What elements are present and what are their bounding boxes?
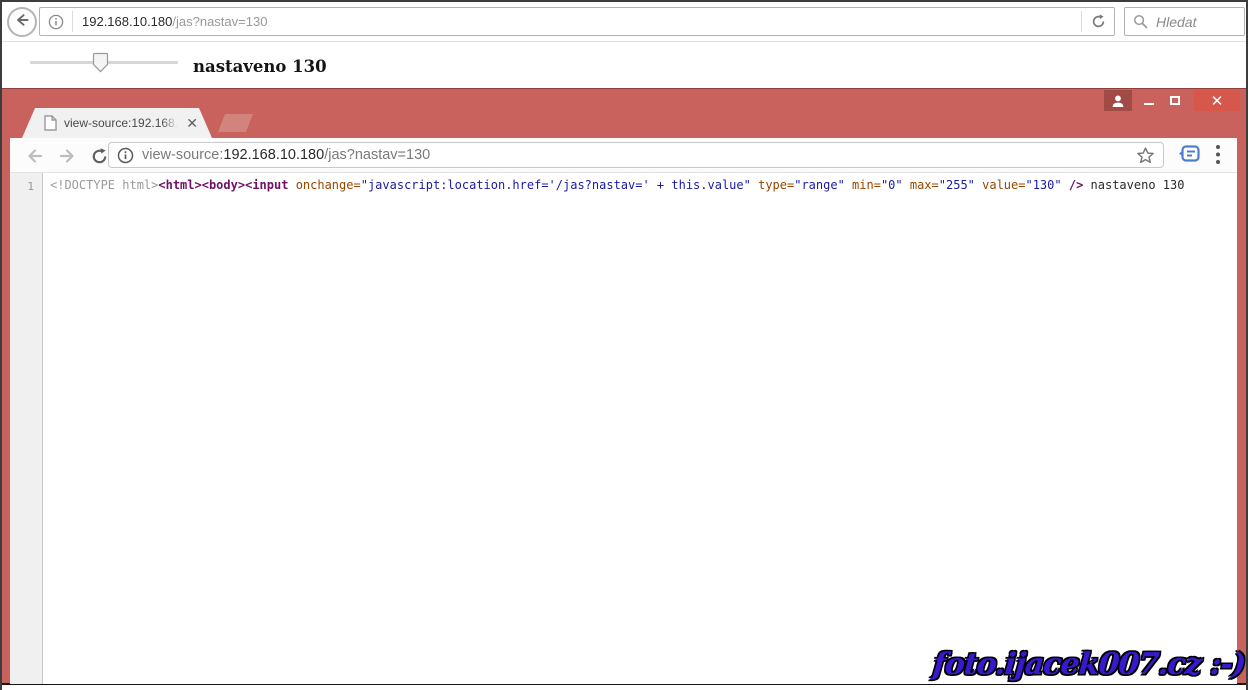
tab-title: view-source:192.168.10.1 xyxy=(64,116,178,130)
chrome-omnibox[interactable]: view-source:192.168.10.180/jas?nastav=13… xyxy=(108,142,1164,168)
firefox-address-bar[interactable]: 192.168.10.180/jas?nastav=130 xyxy=(39,7,1115,36)
chrome-toolbar: view-source:192.168.10.180/jas?nastav=13… xyxy=(10,138,1237,173)
tab-view-source[interactable]: view-source:192.168.10.1 ✕ xyxy=(22,108,212,138)
url-host: 192.168.10.180 xyxy=(82,14,172,29)
source-code-line[interactable]: <!DOCTYPE html><html><body><input onchan… xyxy=(43,173,1237,684)
bookmark-star-icon[interactable] xyxy=(1136,146,1155,165)
tab-close-icon[interactable]: ✕ xyxy=(186,116,198,130)
chrome-forward-button[interactable] xyxy=(56,145,78,167)
close-icon: ✕ xyxy=(1211,92,1224,110)
view-source-content: 1 <!DOCTYPE html><html><body><input onch… xyxy=(10,173,1237,684)
back-arrow-icon xyxy=(14,12,30,33)
search-placeholder: Hledat xyxy=(1156,14,1196,30)
chrome-window: view-source:192.168.10.1 ✕ ✕ xyxy=(2,88,1246,685)
search-icon xyxy=(1133,14,1148,29)
url-path: /jas?nastav=130 xyxy=(172,14,267,29)
screenshot-root: 192.168.10.180/jas?nastav=130 Hledat nas… xyxy=(0,0,1248,690)
menu-dots-icon[interactable] xyxy=(1215,144,1221,170)
person-icon xyxy=(1111,94,1125,108)
url-host: 192.168.10.180 xyxy=(223,147,324,163)
line-number: 1 xyxy=(27,180,34,193)
chrome-reload-button[interactable] xyxy=(88,145,110,167)
watermark-text: foto.ijacek007.cz :-) xyxy=(931,647,1246,682)
maximize-button[interactable] xyxy=(1162,90,1187,111)
address-bar-divider xyxy=(72,11,73,32)
minimize-button[interactable] xyxy=(1136,90,1161,111)
firefox-back-button[interactable] xyxy=(7,7,37,37)
info-icon[interactable] xyxy=(117,147,134,164)
window-close-button[interactable]: ✕ xyxy=(1194,90,1240,111)
profile-button[interactable] xyxy=(1104,90,1132,111)
brightness-slider-thumb[interactable] xyxy=(92,52,109,78)
omnibox-url-text: view-source:192.168.10.180/jas?nastav=13… xyxy=(142,147,430,163)
minimize-icon xyxy=(1144,103,1154,105)
firefox-reload-button[interactable] xyxy=(1082,8,1114,35)
page-document-icon xyxy=(44,115,57,131)
line-number-gutter: 1 xyxy=(10,173,43,684)
maximize-icon xyxy=(1170,96,1180,105)
info-icon[interactable] xyxy=(48,14,64,30)
toolbar-divider xyxy=(2,41,1246,42)
chrome-back-button[interactable] xyxy=(24,145,46,167)
url-scheme: view-source: xyxy=(142,147,223,163)
slider-status-text: nastaveno 130 xyxy=(193,57,327,76)
url-path: /jas?nastav=130 xyxy=(324,147,430,163)
extension-icon[interactable] xyxy=(1178,144,1200,169)
chrome-titlebar[interactable]: view-source:192.168.10.1 ✕ ✕ xyxy=(2,89,1246,138)
new-tab-button[interactable] xyxy=(218,114,253,132)
firefox-search-box[interactable]: Hledat xyxy=(1124,7,1245,36)
firefox-url-text: 192.168.10.180/jas?nastav=130 xyxy=(82,14,267,29)
firefox-browser-section: 192.168.10.180/jas?nastav=130 Hledat nas… xyxy=(2,2,1246,88)
